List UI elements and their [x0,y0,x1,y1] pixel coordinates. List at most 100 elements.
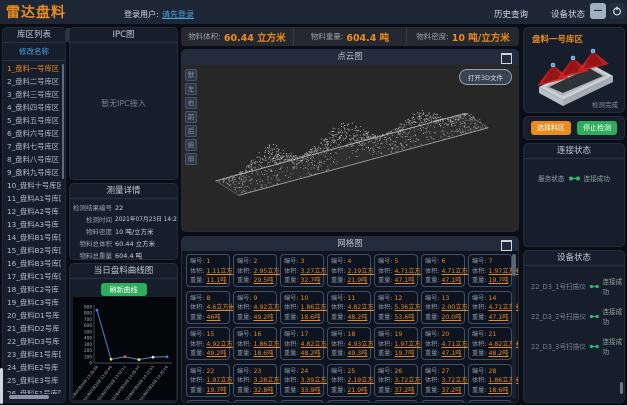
grid-cell[interactable]: 编号:1体积:1.11立方米重量:11.1吨 [186,254,230,287]
sidebar-item[interactable]: 8_盘料八号库区 [3,153,61,166]
cell-field: 体积:4.71立方米 [425,267,464,277]
cell-field: 编号:18 [331,330,370,340]
grid-cell[interactable]: 编号:3体积:3.27立方米重量:32.7吨 [280,254,324,287]
sidebar-item[interactable]: 6_盘料六号库区 [3,127,61,140]
grid-cell[interactable] [468,400,512,402]
view-button-左[interactable]: 左 [185,83,197,95]
sidebar-item[interactable]: 7_盘料七号库区 [3,140,61,153]
detail-label: 物料密度 [70,226,112,238]
grid-cell[interactable]: 编号:9体积:4.92立方米重量:49.2吨 [233,291,277,324]
grid-cell[interactable]: 编号:17体积:4.82立方米重量:48.2吨 [280,327,324,360]
view-button-右[interactable]: 右 [185,97,197,109]
grid-cell[interactable] [421,400,465,402]
grid-cell[interactable] [186,400,230,402]
point-cloud-viewport[interactable]: 默左右前后俯仰 打开3D文件 [182,65,518,232]
grid-cell[interactable]: 编号:24体积:3.39立方米重量:33.9吨 [280,364,324,397]
grid-cell[interactable]: 编号:5体积:4.71立方米重量:47.1吨 [374,254,418,287]
grid-cell[interactable]: 编号:6体积:4.71立方米重量:47.1吨 [421,254,465,287]
cell-field: 体积:4.92立方米 [237,303,276,313]
cell-field-label: 编号: [284,331,298,338]
grid-cell[interactable]: 编号:12体积:5.36立方米重量:53.6吨 [374,291,418,324]
window-scrollbar[interactable] [0,368,3,404]
sidebar-item[interactable]: 4_盘料四号库区 [3,101,61,114]
grid-cell[interactable] [233,400,277,402]
grid-cell[interactable] [280,400,324,402]
grid-cell[interactable]: 编号:28体积:1.86立方米重量:18.6吨 [468,364,512,397]
minimize-button[interactable]: — [590,3,606,19]
grid-cell[interactable]: 编号:23体积:3.28立方米重量:32.8吨 [233,364,277,397]
grid-cell[interactable] [374,400,418,402]
cell-field: 体积:1.97立方米 [378,340,417,350]
sidebar-item[interactable]: 26_盘料F1号库区 [3,387,61,394]
grid-scrollbar-track[interactable] [512,254,516,399]
grid-cell[interactable]: 编号:26体积:3.72立方米重量:37.2吨 [374,364,418,397]
view-button-俯[interactable]: 俯 [185,139,197,151]
view-button-仰[interactable]: 仰 [185,153,197,165]
device-status-link[interactable]: 设备状态 [551,8,585,20]
sidebar-item[interactable]: 5_盘料五号库区 [3,114,61,127]
grid-cell[interactable]: 编号:19体积:1.97立方米重量:19.7吨 [374,327,418,360]
sidebar-item[interactable]: 12_盘料A2号库 [3,205,61,218]
sidebar-item[interactable]: 2_盘料二号库区 [3,75,61,88]
sidebar-item[interactable]: 25_盘料E3号库 [3,374,61,387]
sidebar-item[interactable]: 24_盘料E2号库 [3,361,61,374]
grid-cell[interactable]: 编号:15体积:4.92立方米重量:49.2吨 [186,327,230,360]
rename-zone-link[interactable]: 修改名称 [3,43,65,61]
view-button-前[interactable]: 前 [185,111,197,123]
grid-cell[interactable]: 编号:4体积:2.19立方米重量:21.9吨 [327,254,371,287]
sidebar-item[interactable]: 17_盘料C1号库区 [3,270,61,283]
sidebar-item[interactable]: 18_盘料C2号库 [3,283,61,296]
sidebar-item[interactable]: 14_盘料B1号库区 [3,231,61,244]
sidebar-item[interactable]: 15_盘料B2号库区 [3,244,61,257]
sidebar-item[interactable]: 1_盘料一号库区 [3,62,61,75]
grid-cell[interactable]: 编号:27体积:3.72立方米重量:37.2吨 [421,364,465,397]
sidebar-item[interactable]: 19_盘料C3号库 [3,296,61,309]
sidebar-item[interactable]: 16_盘料B3号库区 [3,257,61,270]
grid-scrollbar-thumb[interactable] [512,254,516,276]
grid-cell[interactable]: 编号:11体积:4.82立方米重量:48.2吨 [327,291,371,324]
cell-field-label: 重量: [378,314,392,321]
grid-cell[interactable]: 编号:25体积:2.19立方米重量:21.9吨 [327,364,371,397]
grid-cell[interactable]: 编号:10体积:1.86立方米重量:18.6吨 [280,291,324,324]
zone-list-hscrollbar[interactable] [9,395,49,399]
svg-text:0: 0 [89,361,92,366]
grid-cell[interactable]: 编号:13体积:2.00立方米重量:20.0吨 [421,291,465,324]
grid-cell[interactable]: 编号:7体积:1.97立方米重量:19.7吨 [468,254,512,287]
sidebar-item[interactable]: 11_盘料A1号库区 [3,192,61,205]
cell-field: 编号:20 [425,330,464,340]
cell-field: 重量:19.7吨 [472,276,511,286]
grid-cell[interactable]: 编号:20体积:4.71立方米重量:47.1吨 [421,327,465,360]
grid-cell[interactable]: 编号:8体积:4.6立方米重量:46吨 [186,291,230,324]
maximize-icon[interactable] [501,240,512,251]
device-panel-scrollbar[interactable] [620,382,623,394]
select-zone-button[interactable]: 选择料区 [531,121,571,135]
grid-cell[interactable]: 编号:18体积:4.93立方米重量:49.3吨 [327,327,371,360]
power-button[interactable] [609,3,625,19]
sidebar-item[interactable]: 3_盘料三号库区 [3,88,61,101]
link-status-icon [589,283,600,290]
stop-detect-button[interactable]: 停止检测 [577,121,617,135]
maximize-icon[interactable] [501,53,512,64]
sidebar-item[interactable]: 20_盘料D1号库 [3,309,61,322]
grid-cell[interactable]: 编号:14体积:4.71立方米重量:47.1吨 [468,291,512,324]
sidebar-item[interactable]: 22_盘料D3号库 [3,335,61,348]
login-link[interactable]: 请先登录 [162,9,194,20]
sidebar-item[interactable]: 9_盘料九号库区 [3,166,61,179]
zone-list-scrollbar[interactable] [62,64,65,179]
history-query-link[interactable]: 历史查询 [494,8,528,20]
sidebar-item[interactable]: 21_盘料D2号库 [3,322,61,335]
grid-cell[interactable]: 编号:16体积:1.86立方米重量:18.6吨 [233,327,277,360]
open-3d-file-button[interactable]: 打开3D文件 [459,69,512,85]
sidebar-item[interactable]: 13_盘料A3号库 [3,218,61,231]
view-button-后[interactable]: 后 [185,125,197,137]
grid-cell[interactable]: 编号:21体积:4.82立方米重量:48.2吨 [468,327,512,360]
cell-field-value: 18 [347,331,355,338]
grid-cell[interactable]: 编号:22体积:1.97立方米重量:19.7吨 [186,364,230,397]
view-button-默[interactable]: 默 [185,69,197,81]
grid-cell[interactable] [327,400,371,402]
cell-field-label: 体积: [237,341,251,348]
sidebar-item[interactable]: 23_盘料E1号库区 [3,348,61,361]
refresh-curve-button[interactable]: 刷新曲线 [101,283,147,296]
sidebar-item[interactable]: 10_盘料十号库区 [3,179,61,192]
grid-cell[interactable]: 编号:2体积:2.95立方米重量:29.5吨 [233,254,277,287]
